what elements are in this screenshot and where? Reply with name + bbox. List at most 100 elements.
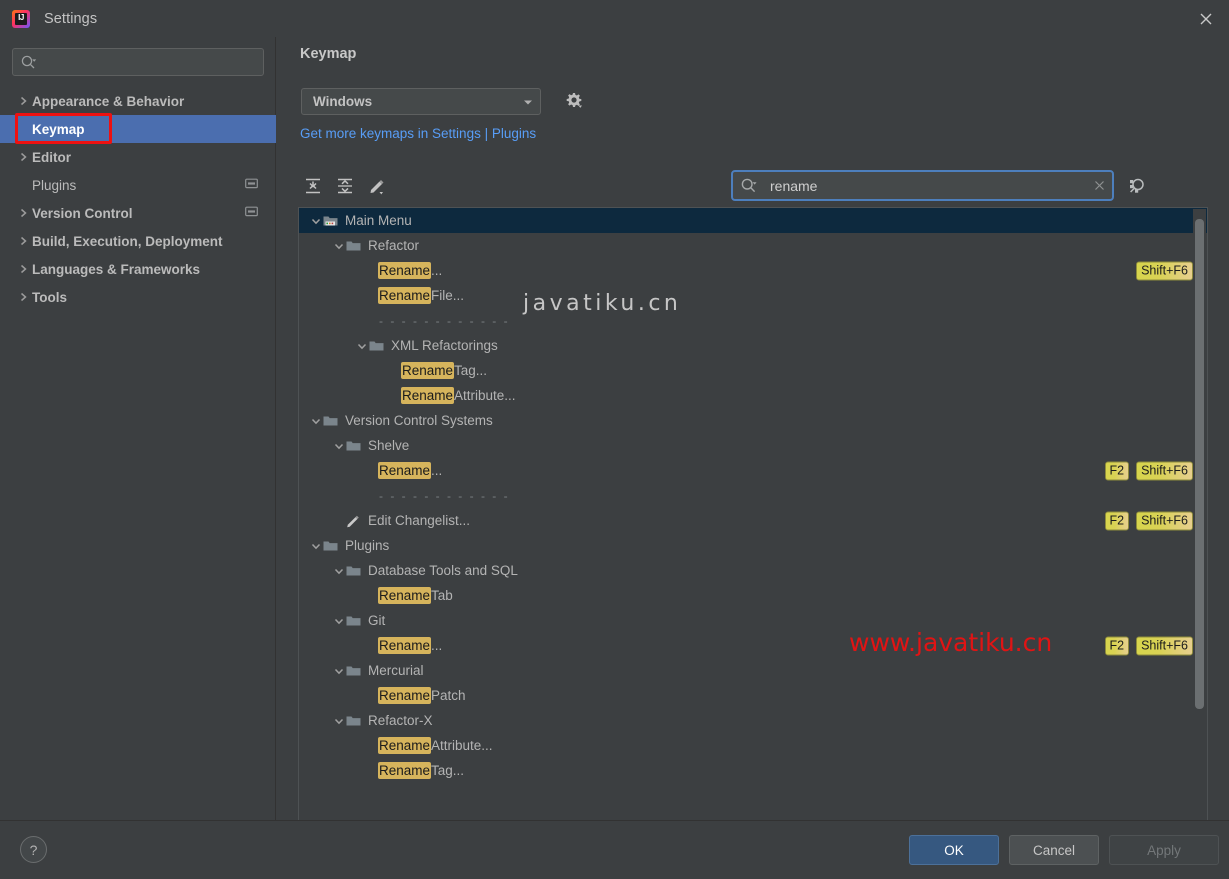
tree-row[interactable]: Rename... Shift+F6 (299, 258, 1207, 283)
shortcut-badge: F2 (1104, 511, 1130, 530)
tree-row-label: Rename Patch (378, 687, 466, 704)
pencil-icon (347, 515, 359, 528)
folder-icon (346, 616, 361, 626)
tree-row[interactable]: Rename Attribute... (299, 733, 1207, 758)
sidebar-item-appearance-behavior[interactable]: Appearance & Behavior (0, 87, 276, 115)
tree-row-text: Main Menu (345, 213, 412, 228)
cancel-button[interactable]: Cancel (1009, 835, 1099, 865)
keymap-tree: Main Menu Refactor Rename... Shift+F6 Rename… (299, 208, 1207, 827)
chevron-down-icon[interactable] (355, 339, 369, 353)
chevron-down-icon[interactable] (309, 414, 323, 428)
tree-scrollbar-thumb[interactable] (1195, 219, 1204, 709)
close-icon[interactable] (1183, 0, 1229, 37)
tree-row[interactable]: Rename... F2 Shift+F6 (299, 458, 1207, 483)
chevron-right-icon[interactable] (17, 263, 32, 275)
chevron-down-icon[interactable] (332, 239, 346, 253)
sidebar-item-tools[interactable]: Tools (0, 283, 276, 311)
keymap-select[interactable]: Windows (301, 88, 541, 115)
tree-row-text: Tag... (431, 763, 465, 778)
collapse-all-icon[interactable] (330, 171, 360, 201)
gear-glyph (566, 93, 582, 108)
expand-all-icon[interactable] (298, 171, 328, 201)
tree-row[interactable]: Rename Tag... (299, 358, 1207, 383)
folder-icon (346, 716, 361, 726)
sidebar-item-label: Keymap (32, 121, 85, 137)
tree-row-label: Rename Tab (378, 587, 453, 604)
sidebar-item-version-control[interactable]: Version Control (0, 199, 276, 227)
tree-row[interactable]: Rename Patch (299, 683, 1207, 708)
keymap-tree-container: Main Menu Refactor Rename... Shift+F6 Rename… (298, 207, 1208, 828)
chevron-right-icon[interactable] (17, 207, 32, 219)
tree-row-label: Edit Changelist... (368, 513, 470, 528)
tree-row-label: Shelve (368, 438, 409, 453)
tree-row[interactable]: XML Refactorings (299, 333, 1207, 358)
project-scope-icon (245, 177, 258, 193)
shortcut-badge: Shift+F6 (1136, 511, 1193, 530)
chevron-down-icon[interactable] (332, 664, 346, 678)
tree-scrollbar[interactable] (1193, 209, 1206, 827)
edit-shortcut-icon[interactable] (362, 171, 392, 201)
chevron-right-icon[interactable] (17, 151, 32, 163)
sidebar-item-keymap[interactable]: Keymap (0, 115, 276, 143)
shortcut-badge: Shift+F6 (1136, 636, 1193, 655)
clear-glyph (1094, 181, 1104, 190)
chevron-down-icon[interactable] (309, 539, 323, 553)
chevron-down-icon[interactable] (332, 439, 346, 453)
folder-icon (369, 341, 384, 351)
tree-row[interactable]: Rename Tag... (299, 758, 1207, 783)
project-scope-icon (245, 178, 258, 189)
tree-row[interactable]: Plugins (299, 533, 1207, 558)
dialog-body: Appearance & Behavior Keymap Editor Plugins… (0, 37, 1229, 828)
sidebar-item-label: Plugins (32, 177, 77, 193)
chevron-down-icon[interactable] (309, 214, 323, 228)
keymap-search-input[interactable] (758, 177, 1086, 194)
tree-row[interactable]: Mercurial (299, 658, 1207, 683)
chevron-down-icon[interactable] (332, 564, 346, 578)
tree-row[interactable]: Database Tools and SQL (299, 558, 1207, 583)
sidebar-item-label: Appearance & Behavior (32, 93, 185, 109)
sidebar-item-languages-frameworks[interactable]: Languages & Frameworks (0, 255, 276, 283)
tree-row-text: Tag... (454, 363, 488, 378)
tree-row[interactable]: Rename Tab (299, 583, 1207, 608)
tree-row[interactable]: Rename File... (299, 283, 1207, 308)
tree-row[interactable]: Rename Attribute... (299, 383, 1207, 408)
keymap-select-value: Windows (313, 94, 373, 109)
tree-row-text: Git (368, 613, 386, 628)
sidebar-item-build-execution-deployment[interactable]: Build, Execution, Deployment (0, 227, 276, 255)
close-glyph (1200, 13, 1212, 24)
tree-row-label: Rename... (378, 637, 442, 654)
sidebar-item-plugins[interactable]: Plugins (0, 171, 276, 199)
shortcut-badge: F2 (1104, 636, 1130, 655)
ok-button[interactable]: OK (909, 835, 999, 865)
tree-row[interactable]: Edit Changelist... F2 Shift+F6 (299, 508, 1207, 533)
chevron-down-icon[interactable] (332, 714, 346, 728)
chevron-right-icon[interactable] (17, 235, 32, 247)
tree-row[interactable]: Rename... F2 Shift+F6 (299, 633, 1207, 658)
chevron-right-icon[interactable] (17, 95, 32, 107)
chevron-right-icon (21, 96, 27, 106)
tree-row-text: Patch (431, 688, 466, 703)
chevron-right-icon (21, 236, 27, 246)
tree-row-label: Database Tools and SQL (368, 563, 518, 578)
sidebar-search-box[interactable] (12, 48, 264, 76)
tree-row[interactable]: Git (299, 608, 1207, 633)
tree-row[interactable]: Main Menu (299, 208, 1207, 233)
tree-row[interactable]: Refactor-X (299, 708, 1207, 733)
get-more-keymaps-link[interactable]: Get more keymaps in Settings | Plugins (300, 126, 536, 141)
gear-icon[interactable] (560, 87, 588, 115)
tree-row[interactable]: Version Control Systems (299, 408, 1207, 433)
sidebar-item-editor[interactable]: Editor (0, 143, 276, 171)
separator-dashes: - - - - - - - - - - - - (379, 313, 510, 328)
help-button[interactable]: ? (20, 836, 47, 863)
main-menu-icon (323, 216, 338, 226)
tree-row-label: Main Menu (345, 213, 412, 228)
tree-row[interactable]: Refactor (299, 233, 1207, 258)
sidebar-search-input[interactable] (37, 54, 263, 70)
clear-icon[interactable] (1086, 179, 1112, 192)
tree-row[interactable]: Shelve (299, 433, 1207, 458)
tree-row-text: Shelve (368, 438, 410, 453)
find-by-shortcut-icon[interactable] (1123, 172, 1151, 200)
chevron-right-icon[interactable] (17, 291, 32, 303)
chevron-down-icon[interactable] (332, 614, 346, 628)
keymap-search-box[interactable] (731, 170, 1114, 201)
